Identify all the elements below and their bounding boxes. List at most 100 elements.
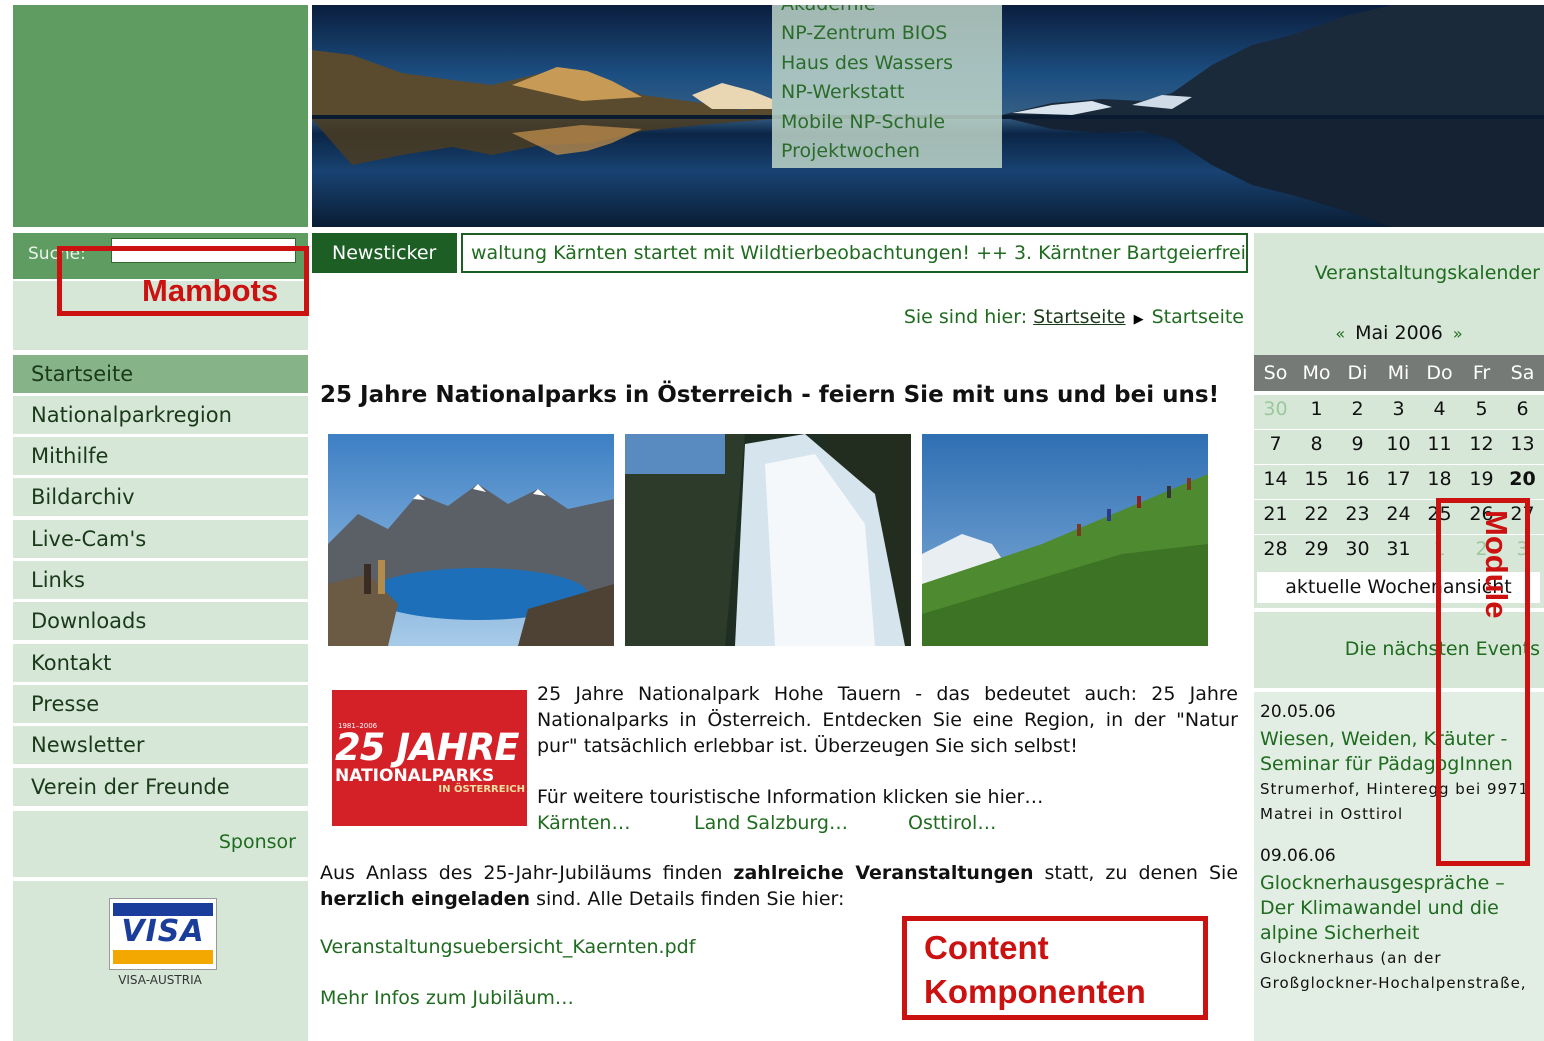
nav-item-live-cams[interactable]: Live-Cam's: [13, 520, 308, 558]
calendar-day[interactable]: 29: [1296, 538, 1337, 560]
photo-hikers-lake-illustration: [328, 434, 614, 646]
calendar-day[interactable]: 11: [1419, 433, 1460, 455]
calendar-day[interactable]: 3: [1378, 398, 1419, 420]
topmenu-item[interactable]: Projektwochen: [781, 140, 920, 162]
header-green-block: [13, 5, 308, 227]
photo-hiking-group-illustration: [922, 434, 1208, 646]
topmenu-item[interactable]: Mobile NP-Schule: [781, 111, 945, 133]
event-date: 09.06.06: [1260, 846, 1336, 866]
nav-item-bildarchiv[interactable]: Bildarchiv: [13, 478, 308, 516]
top-submenu: Akademie NP-Zentrum BIOS Haus des Wasser…: [772, 5, 1002, 168]
calendar-weekday: Do: [1426, 362, 1453, 384]
pdf-link[interactable]: Veranstaltungsuebersicht_Kaernten.pdf: [320, 936, 695, 958]
calendar-weekday: Fr: [1472, 362, 1491, 384]
calendar-weekday-header: So Mo Di Mi Do Fr Sa: [1254, 355, 1544, 391]
nav-item-verein-der-freunde[interactable]: Verein der Freunde: [13, 768, 308, 806]
calendar-next-icon[interactable]: »: [1453, 324, 1463, 343]
calendar-day[interactable]: 23: [1337, 503, 1378, 525]
sponsor-label: Sponsor: [218, 831, 296, 853]
calendar-day[interactable]: 6: [1502, 398, 1543, 420]
calendar-day[interactable]: 2: [1337, 398, 1378, 420]
calendar-weekday: So: [1263, 362, 1288, 384]
newsticker-label: Newsticker: [312, 233, 457, 273]
calendar-day[interactable]: 30: [1255, 398, 1296, 420]
page-title: 25 Jahre Nationalparks in Österreich - f…: [320, 382, 1220, 408]
breadcrumb: Sie sind hier: Startseite ▶ Startseite: [904, 306, 1244, 328]
module-annotation-label: Module: [1479, 510, 1514, 619]
calendar-month-nav: « Mai 2006 »: [1254, 322, 1544, 344]
content-annotation-label: Content Komponenten: [924, 929, 1146, 1010]
para2-text-a: Aus Anlass des 25-Jahr-Jubiläums finden: [320, 862, 734, 884]
region-link-kaernten[interactable]: Kärnten…: [537, 810, 630, 836]
nav-item-newsletter[interactable]: Newsletter: [13, 726, 308, 764]
calendar-week-row: 30 1 2 3 4 5 6: [1254, 395, 1544, 429]
jubilee-logo: 1981–2006 25 JAHRE NATIONALPARKS IN ÖSTE…: [332, 690, 527, 826]
calendar-weekday: Mi: [1387, 362, 1410, 384]
photo-waterfall[interactable]: [625, 434, 911, 646]
calendar-day[interactable]: 5: [1461, 398, 1502, 420]
calendar-day[interactable]: 22: [1296, 503, 1337, 525]
calendar-day[interactable]: 31: [1378, 538, 1419, 560]
calendar-day[interactable]: 16: [1337, 468, 1378, 490]
photo-waterfall-illustration: [625, 434, 911, 646]
calendar-day[interactable]: 4: [1419, 398, 1460, 420]
nav-item-startseite[interactable]: Startseite: [13, 355, 308, 393]
mambots-annotation-label: Mambots: [142, 273, 279, 308]
photo-hikers-lake[interactable]: [328, 434, 614, 646]
breadcrumb-prefix: Sie sind hier:: [903, 306, 1028, 328]
calendar-day[interactable]: 12: [1461, 433, 1502, 455]
sponsor-box: Sponsor: [13, 811, 308, 877]
calendar-weekday: Mo: [1302, 362, 1331, 384]
photo-hiking-group[interactable]: [922, 434, 1208, 646]
newsticker-text[interactable]: waltung Kärnten startet mit Wildtierbeob…: [461, 233, 1248, 273]
event-location: Glocknerhaus (an der Großglockner-Hochal…: [1260, 949, 1527, 992]
topmenu-item[interactable]: NP-Werkstatt: [781, 81, 904, 103]
region-link-salzburg[interactable]: Land Salzburg…: [694, 810, 848, 836]
para2-bold-events: zahlreiche Veranstaltungen: [733, 862, 1034, 884]
calendar-day[interactable]: 24: [1378, 503, 1419, 525]
breadcrumb-arrow-icon: ▶: [1133, 312, 1144, 327]
calendar-day[interactable]: 15: [1296, 468, 1337, 490]
nav-item-nationalparkregion[interactable]: Nationalparkregion: [13, 396, 308, 434]
nav-item-downloads[interactable]: Downloads: [13, 602, 308, 640]
topmenu-item[interactable]: Akademie: [781, 5, 876, 15]
calendar-day[interactable]: 8: [1296, 433, 1337, 455]
para2-text-e: sind. Alle Details finden Sie hier:: [530, 888, 845, 910]
calendar-day[interactable]: 10: [1378, 433, 1419, 455]
nav-item-mithilfe[interactable]: Mithilfe: [13, 437, 308, 475]
calendar-day[interactable]: 14: [1255, 468, 1296, 490]
topmenu-item[interactable]: NP-Zentrum BIOS: [781, 22, 947, 44]
jubilee-logo-line3: IN ÖSTERREICH: [438, 784, 525, 795]
calendar-day[interactable]: 17: [1378, 468, 1419, 490]
calendar-week-row: 14 15 16 17 18 19 20: [1254, 465, 1544, 499]
more-info-link[interactable]: Mehr Infos zum Jubiläum…: [320, 987, 574, 1009]
calendar-day[interactable]: 21: [1255, 503, 1296, 525]
nav-item-links[interactable]: Links: [13, 561, 308, 599]
jubilee-logo-line2: NATIONALPARKS: [335, 766, 495, 786]
sponsor-logo-area: VISA VISA-AUSTRIA: [13, 881, 308, 1041]
calendar-month: Mai 2006: [1355, 322, 1443, 344]
topmenu-item[interactable]: Haus des Wassers: [781, 52, 953, 74]
para2-text-c: statt, zu denen Sie: [1033, 862, 1239, 884]
calendar-day[interactable]: 20: [1502, 468, 1543, 490]
calendar-day[interactable]: 19: [1461, 468, 1502, 490]
calendar-title-box: Veranstaltungskalender: [1254, 233, 1544, 313]
calendar-title[interactable]: Veranstaltungskalender: [1315, 262, 1540, 284]
calendar-prev-icon[interactable]: «: [1335, 324, 1345, 343]
more-info-text: Für weitere touristische Information kli…: [537, 786, 1044, 808]
breadcrumb-link[interactable]: Startseite: [1033, 306, 1125, 328]
calendar-day[interactable]: 30: [1337, 538, 1378, 560]
calendar-day[interactable]: 1: [1296, 398, 1337, 420]
visa-logo[interactable]: VISA: [109, 898, 217, 970]
nav-item-presse[interactable]: Presse: [13, 685, 308, 723]
calendar-day[interactable]: 7: [1255, 433, 1296, 455]
calendar-day[interactable]: 28: [1255, 538, 1296, 560]
calendar-weekday: Sa: [1510, 362, 1535, 384]
calendar-day[interactable]: 18: [1419, 468, 1460, 490]
calendar-day[interactable]: 13: [1502, 433, 1543, 455]
visa-gold-stripe: [113, 950, 213, 964]
region-link-osttirol[interactable]: Osttirol…: [908, 810, 996, 836]
event-title-link[interactable]: Glocknerhausgespräche – Der Klimawandel …: [1260, 871, 1530, 946]
calendar-day[interactable]: 9: [1337, 433, 1378, 455]
nav-item-kontakt[interactable]: Kontakt: [13, 644, 308, 682]
